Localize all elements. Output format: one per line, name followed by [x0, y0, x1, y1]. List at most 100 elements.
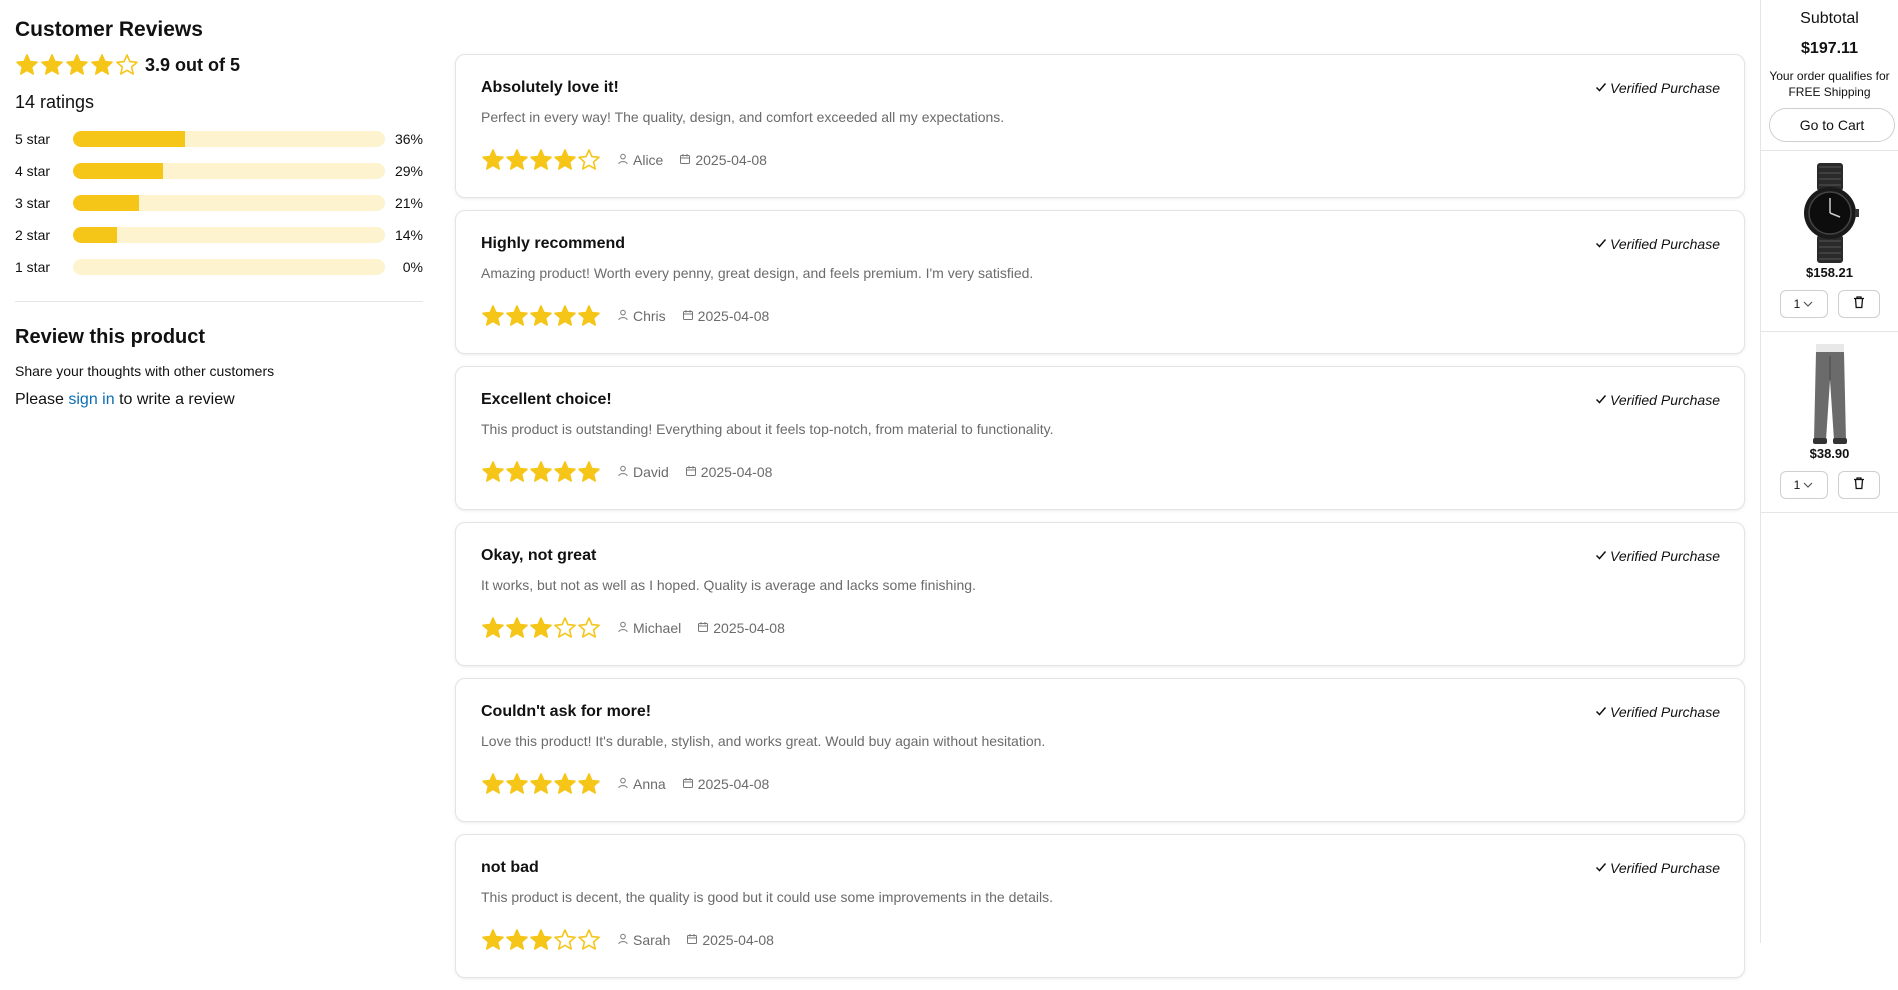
trash-icon	[1852, 295, 1866, 314]
cart-item: $38.90 1	[1761, 332, 1898, 513]
verified-badge: Verified Purchase	[1595, 860, 1720, 876]
calendar-icon	[685, 464, 697, 480]
write-review-prompt: Please sign in to write a review	[15, 391, 423, 409]
quantity-select[interactable]: 1	[1779, 471, 1828, 499]
review-author: Michael	[617, 620, 681, 636]
verified-badge: Verified Purchase	[1595, 236, 1720, 252]
jeans-icon[interactable]	[1780, 344, 1880, 444]
histogram-bar	[73, 163, 385, 179]
star-filled-icon	[66, 54, 88, 75]
star-filled-icon	[578, 461, 600, 482]
item-price: $38.90	[1809, 446, 1850, 461]
user-icon	[617, 932, 629, 948]
author-name: Michael	[633, 620, 682, 636]
histogram-row[interactable]: 2 star 14%	[15, 219, 423, 251]
star-filled-icon	[506, 929, 528, 950]
histogram-bar	[73, 131, 385, 147]
review-meta: Michael 2025-04-08	[481, 615, 1720, 641]
prompt-suffix: to write a review	[114, 391, 235, 408]
star-filled-icon	[578, 773, 600, 794]
histogram-row[interactable]: 3 star 21%	[15, 187, 423, 219]
date-text: 2025-04-08	[702, 932, 774, 948]
histogram-row[interactable]: 4 star 29%	[15, 155, 423, 187]
go-to-cart-button[interactable]: Go to Cart	[1769, 108, 1895, 142]
check-icon	[1595, 392, 1607, 408]
star-filled-icon	[506, 305, 528, 326]
star-filled-icon	[554, 305, 576, 326]
average-rating-text: 3.9 out of 5	[145, 54, 241, 75]
calendar-icon	[682, 776, 694, 792]
histogram-row[interactable]: 1 star 0%	[15, 251, 423, 283]
user-icon	[617, 776, 629, 792]
review-date: 2025-04-08	[679, 152, 767, 168]
review-card: Excellent choice! Verified Purchase This…	[455, 366, 1745, 510]
review-stars	[481, 148, 601, 172]
histogram-label: 2 star	[15, 227, 51, 243]
section-title: Customer Reviews	[15, 18, 203, 41]
total-ratings: 14 ratings	[15, 92, 95, 112]
sign-in-link[interactable]: sign in	[68, 391, 114, 408]
review-title: Okay, not great	[481, 547, 597, 564]
verified-label: Verified Purchase	[1610, 392, 1720, 408]
author-name: Alice	[633, 152, 664, 168]
check-icon	[1595, 80, 1607, 96]
review-date: 2025-04-08	[682, 776, 769, 792]
delete-item-button[interactable]	[1837, 290, 1880, 318]
review-card: Couldn't ask for more! Verified Purchase…	[455, 678, 1745, 822]
review-title: Absolutely love it!	[481, 79, 619, 96]
star-filled-icon	[578, 305, 600, 326]
review-author: Alice	[617, 152, 663, 168]
item-controls: 1	[1761, 471, 1898, 499]
quantity-select[interactable]: 1	[1779, 290, 1828, 318]
review-stars	[481, 772, 601, 796]
review-date: 2025-04-08	[685, 464, 772, 480]
quantity-value: 1	[1793, 478, 1801, 492]
verified-label: Verified Purchase	[1610, 860, 1720, 876]
histogram-label: 1 star	[15, 259, 51, 275]
star-filled-icon	[554, 773, 576, 794]
histogram-bar	[73, 259, 385, 275]
star-empty-icon	[578, 617, 600, 638]
histogram-percent: 29%	[394, 163, 423, 179]
star-filled-icon	[530, 929, 552, 950]
delete-item-button[interactable]	[1837, 471, 1880, 499]
histogram-row[interactable]: 5 star 36%	[15, 123, 423, 155]
review-author: Anna	[617, 776, 666, 792]
star-filled-icon	[506, 773, 528, 794]
watch-icon[interactable]	[1780, 163, 1880, 263]
verified-badge: Verified Purchase	[1595, 392, 1720, 408]
star-filled-icon	[554, 149, 576, 170]
histogram-fill	[73, 195, 139, 211]
star-empty-icon	[578, 149, 600, 170]
date-text: 2025-04-08	[697, 308, 770, 324]
star-filled-icon	[16, 54, 38, 75]
check-icon	[1595, 704, 1607, 720]
review-date: 2025-04-08	[682, 308, 770, 324]
date-text: 2025-04-08	[713, 620, 785, 636]
review-title: not bad	[481, 859, 539, 876]
histogram-fill	[73, 131, 186, 147]
review-author: Chris	[617, 308, 666, 324]
verified-badge: Verified Purchase	[1595, 80, 1720, 96]
review-meta: Anna 2025-04-08	[481, 771, 1720, 797]
verified-label: Verified Purchase	[1610, 236, 1720, 252]
review-stars	[481, 616, 601, 640]
histogram-percent: 14%	[394, 227, 423, 243]
author-name: Anna	[633, 776, 666, 792]
quantity-value: 1	[1793, 297, 1801, 311]
trash-icon	[1852, 476, 1866, 495]
review-body: Perfect in every way! The quality, desig…	[481, 109, 1005, 125]
subtotal-value: $197.11	[1801, 40, 1858, 57]
star-filled-icon	[530, 149, 552, 170]
cart-item: $158.21 1	[1761, 151, 1898, 332]
write-review-title: Review this product	[15, 326, 206, 348]
write-review-subtitle: Share your thoughts with other customers	[15, 363, 275, 379]
review-meta: David 2025-04-08	[481, 459, 1720, 485]
check-icon	[1595, 236, 1607, 252]
verified-label: Verified Purchase	[1610, 548, 1720, 564]
review-body: This product is outstanding! Everything …	[481, 421, 1054, 437]
user-icon	[617, 152, 629, 168]
star-filled-icon	[482, 773, 504, 794]
star-filled-icon	[506, 461, 528, 482]
verified-label: Verified Purchase	[1610, 704, 1720, 720]
